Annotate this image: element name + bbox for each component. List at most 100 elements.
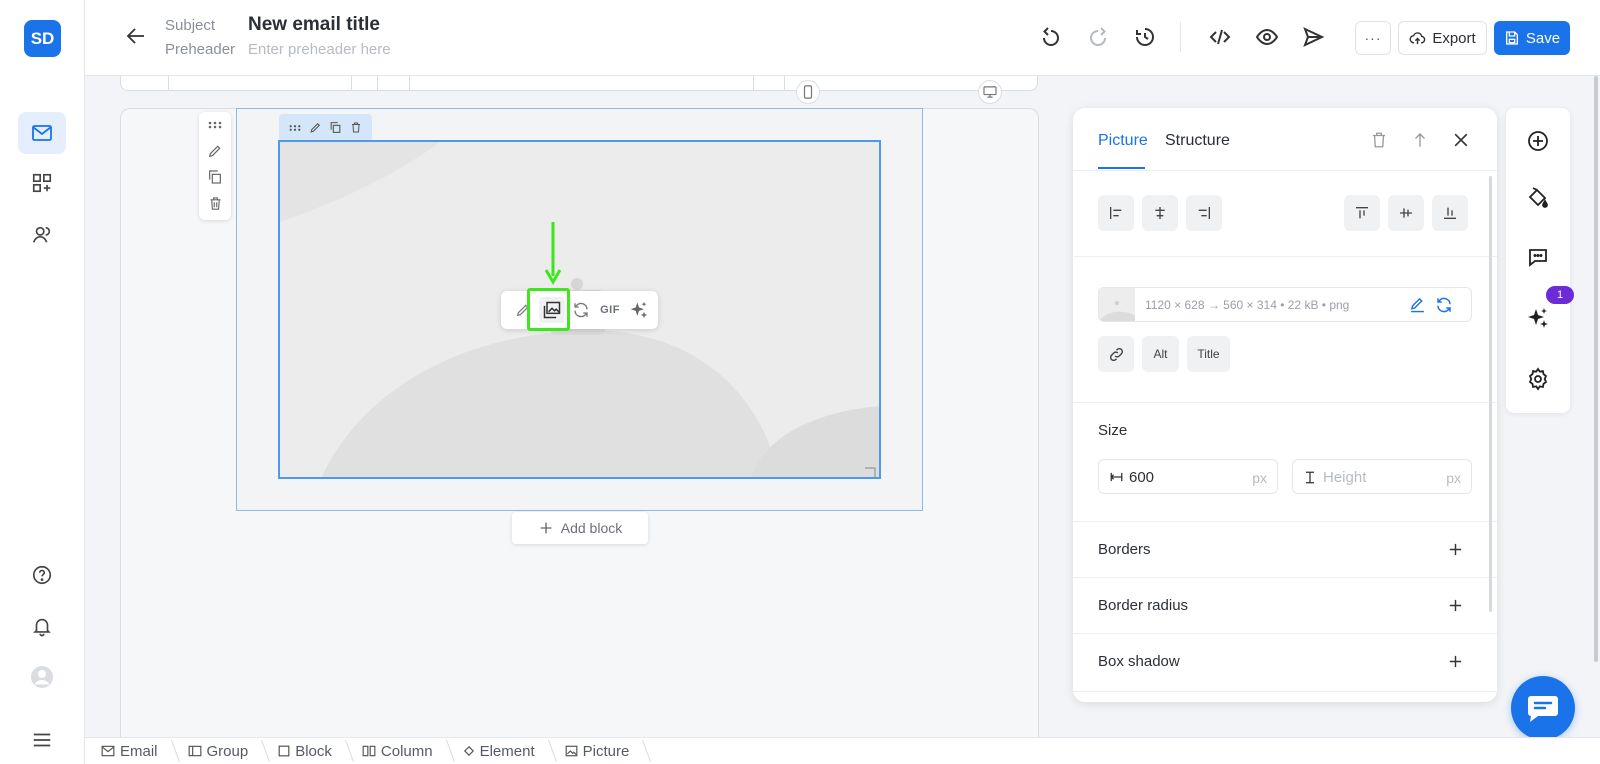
panel-divider <box>1073 577 1497 578</box>
annotation-arrow <box>544 222 562 285</box>
ai-sparkle-icon[interactable] <box>626 297 652 323</box>
replace-image-icon[interactable] <box>568 297 594 323</box>
align-left-icon[interactable] <box>1098 195 1134 231</box>
align-right-icon[interactable] <box>1186 195 1222 231</box>
link-icon[interactable] <box>1098 336 1134 372</box>
breadcrumb: Email Group Block Column Element Picture <box>85 737 1600 764</box>
tab-picture[interactable]: Picture <box>1098 132 1148 150</box>
mail-icon <box>101 745 115 757</box>
element-edit-icon[interactable] <box>309 121 322 134</box>
preheader-input[interactable]: Enter preheader here <box>248 41 391 58</box>
select-parent-icon[interactable] <box>1411 130 1429 150</box>
breadcrumb-column[interactable]: Column <box>346 738 447 764</box>
alt-button[interactable]: Alt <box>1142 336 1179 372</box>
ai-assistant-icon[interactable] <box>1523 303 1553 333</box>
history-icon[interactable] <box>1130 22 1160 52</box>
more-button[interactable]: ··· <box>1355 21 1391 55</box>
redo-icon[interactable] <box>1083 22 1113 52</box>
save-label: Save <box>1525 29 1561 47</box>
previous-block-strip <box>120 76 1038 91</box>
tab-structure[interactable]: Structure <box>1165 132 1230 150</box>
notification-badge: 1 <box>1546 286 1574 304</box>
cloud-upload-icon <box>1409 31 1426 44</box>
highlight-box <box>527 288 570 331</box>
panel-scrollbar[interactable] <box>1489 176 1492 612</box>
avatar[interactable] <box>18 656 66 698</box>
bell-icon[interactable] <box>18 605 66 647</box>
align-center-icon[interactable] <box>1142 195 1178 231</box>
breadcrumb-label: Email <box>120 742 158 760</box>
back-arrow-icon[interactable] <box>124 24 148 48</box>
panel-divider <box>1073 691 1497 692</box>
valign-bottom-icon[interactable] <box>1432 195 1468 231</box>
drag-handle-icon[interactable] <box>199 112 231 138</box>
panel-divider <box>1073 521 1497 522</box>
save-button[interactable]: Save <box>1494 21 1570 55</box>
users-icon[interactable] <box>18 214 66 256</box>
add-circle-icon[interactable] <box>1523 126 1553 156</box>
valign-top-icon[interactable] <box>1344 195 1380 231</box>
left-rail: SD <box>0 0 85 764</box>
subject-label: Subject <box>165 17 216 34</box>
active-tab-indicator <box>1098 167 1145 169</box>
width-input[interactable]: 600 px <box>1098 459 1278 494</box>
valign-middle-icon[interactable] <box>1388 195 1424 231</box>
title-button[interactable]: Title <box>1187 336 1230 372</box>
width-unit: px <box>1252 470 1267 486</box>
change-image-icon[interactable] <box>1435 296 1453 314</box>
breadcrumb-label: Block <box>295 742 332 760</box>
breadcrumb-email[interactable]: Email <box>85 738 172 764</box>
floppy-icon <box>1505 31 1518 45</box>
breadcrumb-element[interactable]: Element <box>447 738 549 764</box>
undo-icon[interactable] <box>1036 22 1066 52</box>
mobile-view-icon[interactable] <box>796 80 820 104</box>
duplicate-icon[interactable] <box>199 164 231 190</box>
block-toolbar <box>199 112 231 220</box>
page-scrollbar[interactable] <box>1594 76 1598 662</box>
add-border-radius-icon[interactable] <box>1447 597 1464 614</box>
add-box-shadow-icon[interactable] <box>1447 653 1464 670</box>
breadcrumb-picture[interactable]: Picture <box>549 738 644 764</box>
box-shadow-label[interactable]: Box shadow <box>1098 653 1180 670</box>
add-block-button[interactable]: Add block <box>512 512 648 544</box>
breadcrumb-label: Group <box>206 742 249 760</box>
edit-image-icon[interactable] <box>1409 296 1426 313</box>
element-drag-handle-icon[interactable] <box>289 124 301 132</box>
delete-element-icon[interactable] <box>1370 131 1388 149</box>
plus-icon <box>540 522 552 534</box>
close-panel-icon[interactable] <box>1451 130 1471 150</box>
panel-divider <box>1073 256 1497 257</box>
help-icon[interactable] <box>18 554 66 596</box>
panel-divider <box>1073 170 1497 171</box>
chat-icon <box>1528 696 1558 722</box>
height-input[interactable]: Height px <box>1292 459 1472 494</box>
height-placeholder: Height <box>1323 469 1367 486</box>
gif-button[interactable]: GIF <box>597 297 623 323</box>
preview-eye-icon[interactable] <box>1252 22 1282 52</box>
support-chat-button[interactable] <box>1511 676 1575 740</box>
borders-label[interactable]: Borders <box>1098 541 1151 558</box>
add-borders-icon[interactable] <box>1447 541 1464 558</box>
mail-icon[interactable] <box>18 112 66 154</box>
element-duplicate-icon[interactable] <box>329 121 342 134</box>
picture-toolbar: GIF <box>501 291 658 329</box>
code-icon[interactable] <box>1205 22 1235 52</box>
menu-icon[interactable] <box>18 719 66 761</box>
settings-gear-icon[interactable] <box>1523 364 1553 394</box>
email-title-input[interactable]: New email title <box>248 14 380 36</box>
element-toolbar <box>279 114 372 141</box>
send-icon[interactable] <box>1298 22 1328 52</box>
trash-icon[interactable] <box>199 190 231 216</box>
size-label: Size <box>1098 422 1128 439</box>
breadcrumb-block[interactable]: Block <box>262 738 346 764</box>
workspace-avatar[interactable]: SD <box>24 20 61 57</box>
paint-bucket-icon[interactable] <box>1523 182 1553 212</box>
modules-icon[interactable] <box>18 162 66 204</box>
breadcrumb-group[interactable]: Group <box>172 738 263 764</box>
export-button[interactable]: Export <box>1398 21 1487 55</box>
edit-pencil-icon[interactable] <box>199 138 231 164</box>
desktop-view-icon[interactable] <box>978 80 1002 104</box>
comments-icon[interactable] <box>1523 242 1553 272</box>
border-radius-label[interactable]: Border radius <box>1098 597 1188 614</box>
element-trash-icon[interactable] <box>350 121 362 134</box>
